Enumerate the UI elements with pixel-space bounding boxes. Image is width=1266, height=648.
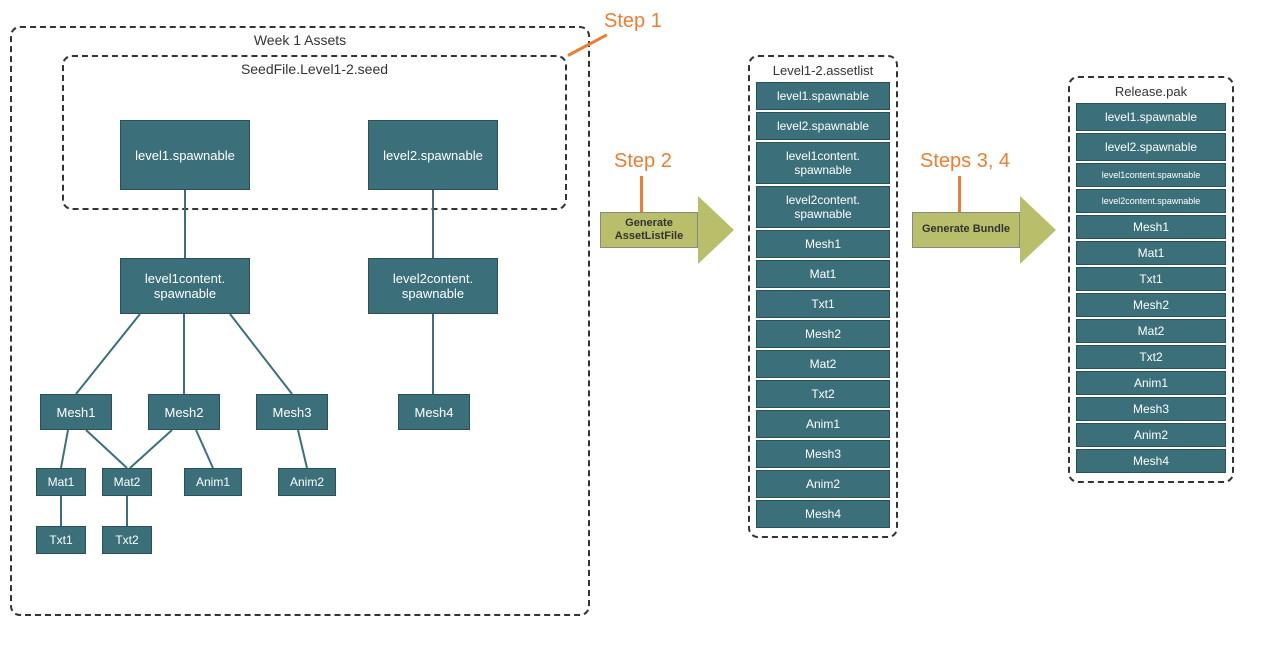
release-item: level2content.spawnable <box>1076 189 1226 213</box>
arrow-generate-assetlist: Generate AssetListFile <box>600 212 698 248</box>
arrow-generate-assetlist-head <box>698 196 734 264</box>
node-txt2: Txt2 <box>102 526 152 554</box>
step34-line <box>958 176 961 212</box>
release-item: level1content.spawnable <box>1076 163 1226 187</box>
week1-title: Week 1 Assets <box>12 28 588 52</box>
assetlist-item: Mesh1 <box>756 230 890 258</box>
node-mesh1: Mesh1 <box>40 394 112 430</box>
assetlist-item: Mat2 <box>756 350 890 378</box>
release-item: Mesh1 <box>1076 215 1226 239</box>
assetlist-item: Mesh4 <box>756 500 890 528</box>
node-mesh4: Mesh4 <box>398 394 470 430</box>
release-item: Mesh2 <box>1076 293 1226 317</box>
assetlist-item: level1content. spawnable <box>756 142 890 184</box>
seedfile-title: SeedFile.Level1-2.seed <box>64 57 565 81</box>
release-box: Release.pak level1.spawnablelevel2.spawn… <box>1068 76 1234 483</box>
step34-label: Steps 3, 4 <box>920 150 1010 173</box>
assetlist-item: Anim2 <box>756 470 890 498</box>
assetlist-box: Level1-2.assetlist level1.spawnablelevel… <box>748 55 898 538</box>
assetlist-item: level2.spawnable <box>756 112 890 140</box>
assetlist-item: Txt1 <box>756 290 890 318</box>
release-item: Mat1 <box>1076 241 1226 265</box>
release-item: Mesh4 <box>1076 449 1226 473</box>
release-item: Mat2 <box>1076 319 1226 343</box>
assetlist-item: Anim1 <box>756 410 890 438</box>
node-level1content: level1content. spawnable <box>120 258 250 314</box>
node-mesh2: Mesh2 <box>148 394 220 430</box>
node-anim1: Anim1 <box>184 468 242 496</box>
arrow-generate-bundle: Generate Bundle <box>912 212 1020 248</box>
node-level2: level2.spawnable <box>368 120 498 190</box>
assetlist-item: level1.spawnable <box>756 82 890 110</box>
step2-label: Step 2 <box>614 150 672 173</box>
node-txt1: Txt1 <box>36 526 86 554</box>
release-item: Anim2 <box>1076 423 1226 447</box>
node-mat1: Mat1 <box>36 468 86 496</box>
step2-line <box>640 176 643 212</box>
assetlist-item: level2content. spawnable <box>756 186 890 228</box>
release-item: Anim1 <box>1076 371 1226 395</box>
assetlist-item: Mat1 <box>756 260 890 288</box>
release-title: Release.pak <box>1076 84 1226 99</box>
assetlist-item: Mesh3 <box>756 440 890 468</box>
node-anim2: Anim2 <box>278 468 336 496</box>
assetlist-item: Txt2 <box>756 380 890 408</box>
node-mat2: Mat2 <box>102 468 152 496</box>
node-level1: level1.spawnable <box>120 120 250 190</box>
assetlist-title: Level1-2.assetlist <box>756 63 890 78</box>
release-item: Mesh3 <box>1076 397 1226 421</box>
release-item: level1.spawnable <box>1076 103 1226 131</box>
assetlist-item: Mesh2 <box>756 320 890 348</box>
release-item: Txt2 <box>1076 345 1226 369</box>
node-mesh3: Mesh3 <box>256 394 328 430</box>
diagram-container: Week 1 Assets SeedFile.Level1-2.seed lev… <box>0 0 1266 648</box>
arrow-generate-bundle-head <box>1020 196 1056 264</box>
node-level2content: level2content. spawnable <box>368 258 498 314</box>
release-item: Txt1 <box>1076 267 1226 291</box>
release-item: level2.spawnable <box>1076 133 1226 161</box>
step1-label: Step 1 <box>604 10 662 33</box>
